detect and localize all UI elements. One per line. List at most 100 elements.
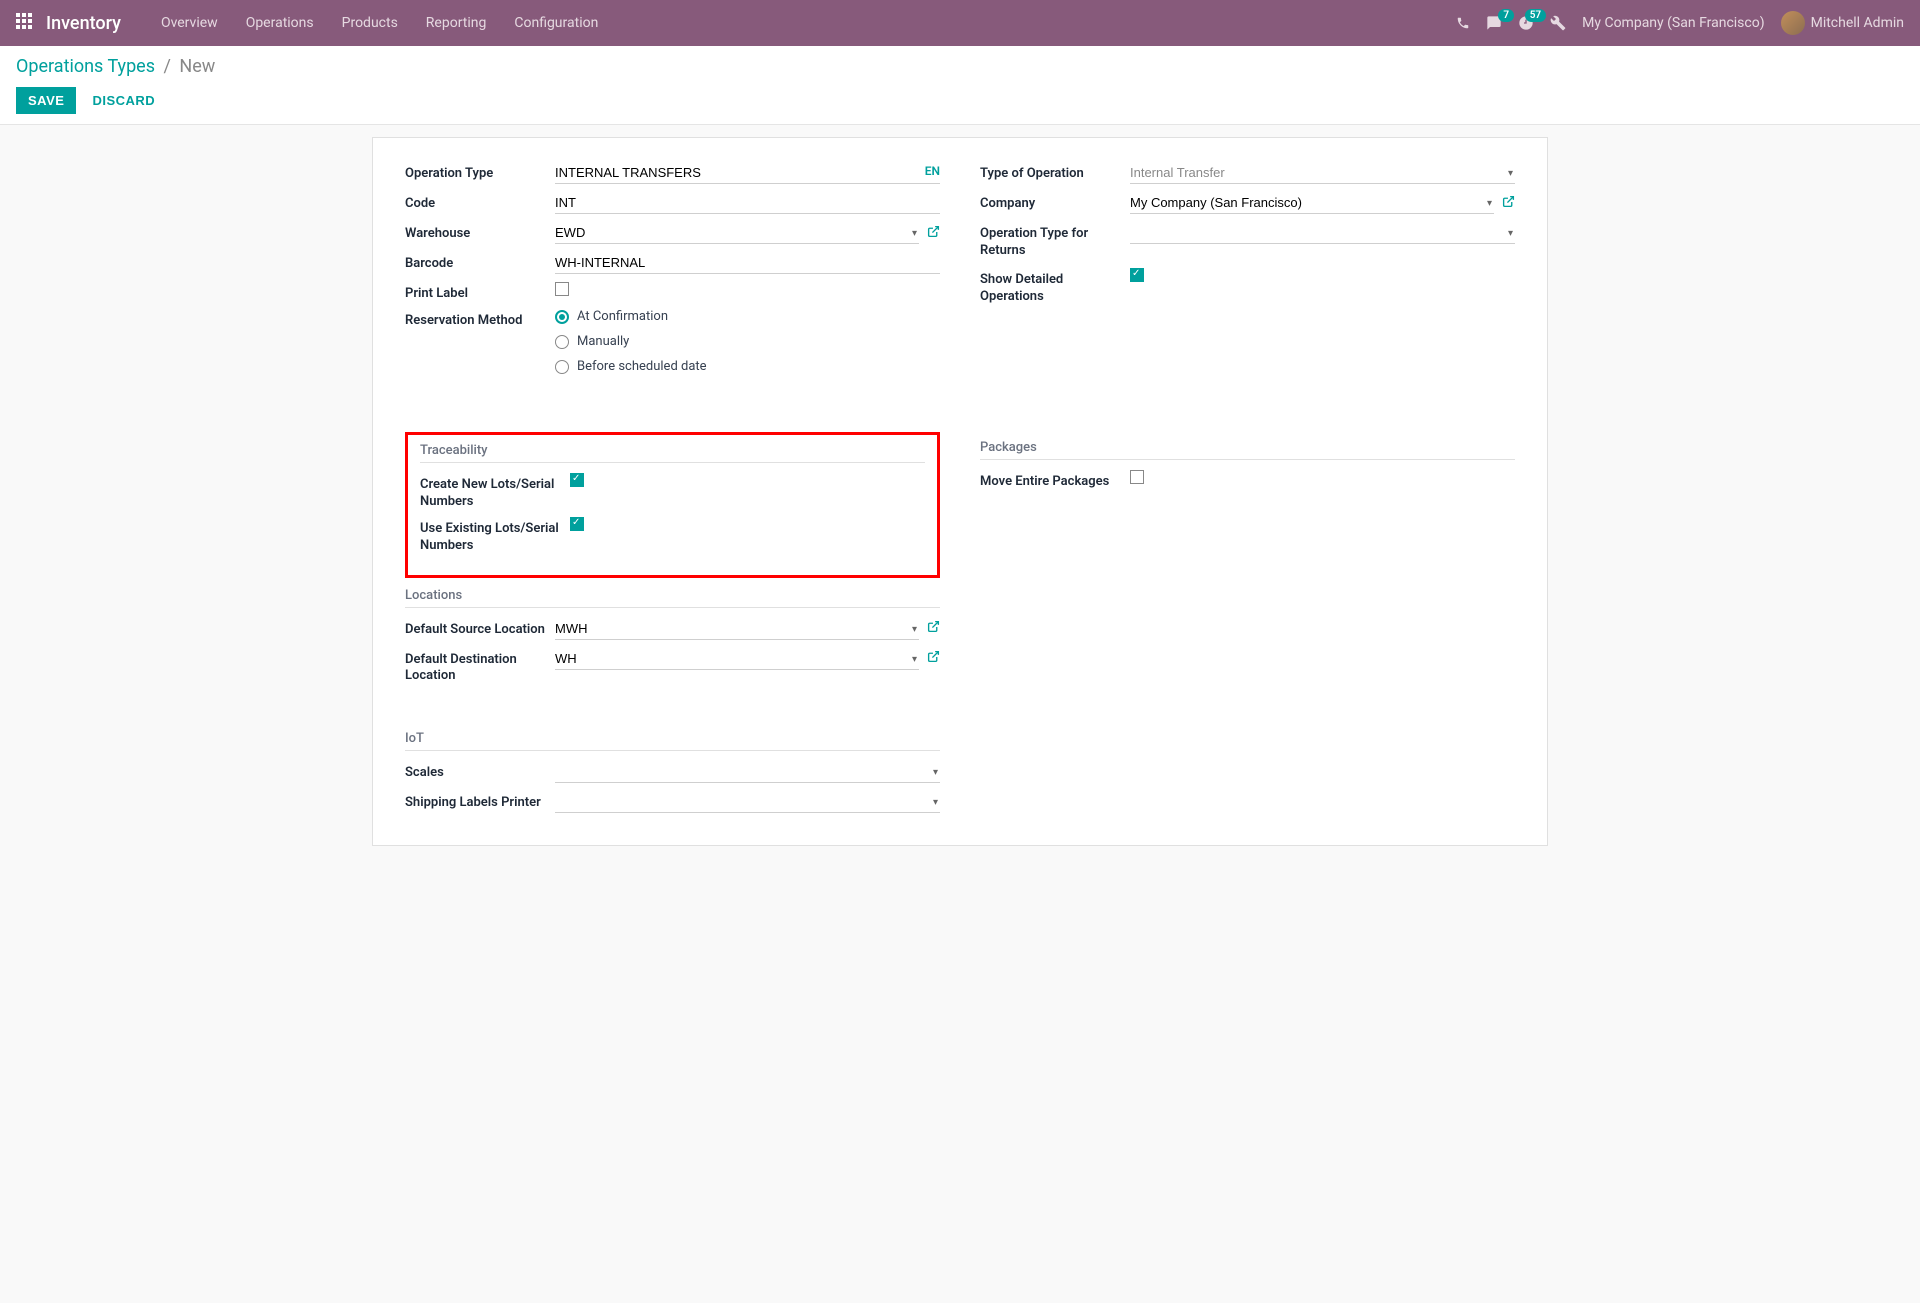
company-switcher[interactable]: My Company (San Francisco) xyxy=(1582,15,1764,31)
external-link-icon[interactable] xyxy=(927,650,940,667)
label-default-dest: Default Destination Location xyxy=(405,648,555,686)
radio-label: Manually xyxy=(577,334,629,349)
row-code: Code xyxy=(405,192,940,214)
select-company[interactable] xyxy=(1130,192,1494,214)
checkbox-print-label[interactable] xyxy=(555,282,569,296)
row-show-detailed: Show Detailed Operations xyxy=(980,268,1515,306)
row-op-type-returns: Operation Type for Returns ▾ xyxy=(980,222,1515,260)
label-reservation-method: Reservation Method xyxy=(405,309,555,328)
left-col: Operation Type EN Code Warehouse xyxy=(405,162,940,392)
checkbox-show-detailed[interactable] xyxy=(1130,268,1144,282)
external-link-icon[interactable] xyxy=(927,225,940,242)
external-link-icon[interactable] xyxy=(1502,195,1515,212)
phone-icon[interactable] xyxy=(1456,16,1470,30)
label-print-label: Print Label xyxy=(405,282,555,301)
messages-badge: 7 xyxy=(1498,9,1514,22)
radio-before-scheduled[interactable]: Before scheduled date xyxy=(555,359,940,374)
radio-icon xyxy=(555,360,569,374)
select-default-source[interactable] xyxy=(555,618,919,640)
section-packages: Packages xyxy=(980,440,1515,460)
right-col: Type of Operation ▾ Company ▾ xyxy=(980,162,1515,392)
left-col-2: Traceability Create New Lots/Serial Numb… xyxy=(405,432,940,821)
row-scales: Scales ▾ xyxy=(405,761,940,783)
input-warehouse[interactable] xyxy=(555,222,919,244)
activities-icon[interactable]: 57 xyxy=(1518,15,1534,31)
label-op-type-returns: Operation Type for Returns xyxy=(980,222,1130,260)
action-buttons: SAVE DISCARD xyxy=(16,87,1904,114)
apps-icon[interactable] xyxy=(16,13,32,33)
nav-reporting[interactable]: Reporting xyxy=(414,9,499,37)
external-link-icon[interactable] xyxy=(927,620,940,637)
row-print-label: Print Label xyxy=(405,282,940,301)
save-button[interactable]: SAVE xyxy=(16,87,76,114)
bottom-columns: Traceability Create New Lots/Serial Numb… xyxy=(405,432,1515,821)
radio-label: At Confirmation xyxy=(577,309,668,324)
tools-icon[interactable] xyxy=(1550,15,1566,31)
select-scales[interactable] xyxy=(555,761,940,783)
checkbox-move-entire[interactable] xyxy=(1130,470,1144,484)
activities-badge: 57 xyxy=(1525,9,1546,22)
breadcrumb-sep: / xyxy=(164,56,171,77)
section-traceability: Traceability xyxy=(420,443,925,463)
radio-label: Before scheduled date xyxy=(577,359,707,374)
checkbox-use-existing-lots[interactable] xyxy=(570,517,584,531)
select-default-dest[interactable] xyxy=(555,648,919,670)
top-nav: Inventory Overview Operations Products R… xyxy=(0,0,1920,46)
row-shipping-printer: Shipping Labels Printer ▾ xyxy=(405,791,940,813)
input-code[interactable] xyxy=(555,192,940,214)
row-operation-type: Operation Type EN xyxy=(405,162,940,184)
input-operation-type[interactable] xyxy=(555,162,940,184)
app-brand[interactable]: Inventory xyxy=(46,13,121,34)
section-iot: IoT xyxy=(405,731,940,751)
nav-overview[interactable]: Overview xyxy=(149,9,230,37)
row-warehouse: Warehouse ▾ xyxy=(405,222,940,244)
right-col-2: Packages Move Entire Packages xyxy=(980,432,1515,821)
radio-at-confirmation[interactable]: At Confirmation xyxy=(555,309,940,324)
radio-icon xyxy=(555,335,569,349)
form-sheet: Operation Type EN Code Warehouse xyxy=(372,137,1548,846)
row-company: Company ▾ xyxy=(980,192,1515,214)
row-use-existing-lots: Use Existing Lots/Serial Numbers xyxy=(420,517,925,555)
label-company: Company xyxy=(980,192,1130,211)
label-move-entire: Move Entire Packages xyxy=(980,470,1130,489)
label-create-new-lots: Create New Lots/Serial Numbers xyxy=(420,473,570,511)
row-move-entire: Move Entire Packages xyxy=(980,470,1515,489)
messages-icon[interactable]: 7 xyxy=(1486,15,1502,31)
row-default-source: Default Source Location ▾ xyxy=(405,618,940,640)
action-area: Operations Types / New SAVE DISCARD xyxy=(0,46,1920,125)
top-columns: Operation Type EN Code Warehouse xyxy=(405,162,1515,392)
select-op-type-returns[interactable] xyxy=(1130,222,1515,244)
row-default-dest: Default Destination Location ▾ xyxy=(405,648,940,686)
row-create-new-lots: Create New Lots/Serial Numbers xyxy=(420,473,925,511)
section-locations: Locations xyxy=(405,588,940,608)
nav-configuration[interactable]: Configuration xyxy=(502,9,610,37)
breadcrumb-current: New xyxy=(179,56,215,77)
nav-products[interactable]: Products xyxy=(330,9,410,37)
row-type-of-operation: Type of Operation ▾ xyxy=(980,162,1515,184)
user-name: Mitchell Admin xyxy=(1811,15,1904,31)
discard-button[interactable]: DISCARD xyxy=(88,87,159,114)
nav-right: 7 57 My Company (San Francisco) Mitchell… xyxy=(1456,11,1904,35)
label-default-source: Default Source Location xyxy=(405,618,555,639)
radio-icon xyxy=(555,310,569,324)
radio-manually[interactable]: Manually xyxy=(555,334,940,349)
label-shipping-printer: Shipping Labels Printer xyxy=(405,791,555,812)
select-shipping-printer[interactable] xyxy=(555,791,940,813)
traceability-highlight: Traceability Create New Lots/Serial Numb… xyxy=(405,432,940,578)
checkbox-create-new-lots[interactable] xyxy=(570,473,584,487)
label-scales: Scales xyxy=(405,761,555,780)
avatar xyxy=(1781,11,1805,35)
main-wrap: Operation Type EN Code Warehouse xyxy=(0,125,1920,886)
nav-links: Overview Operations Products Reporting C… xyxy=(149,9,610,37)
user-menu[interactable]: Mitchell Admin xyxy=(1781,11,1904,35)
nav-operations[interactable]: Operations xyxy=(234,9,326,37)
label-code: Code xyxy=(405,192,555,211)
label-barcode: Barcode xyxy=(405,252,555,271)
row-reservation-method: Reservation Method At Confirmation Manua… xyxy=(405,309,940,384)
lang-tag[interactable]: EN xyxy=(925,164,940,178)
breadcrumb-parent[interactable]: Operations Types xyxy=(16,56,155,77)
label-warehouse: Warehouse xyxy=(405,222,555,241)
select-type-of-operation[interactable] xyxy=(1130,162,1515,184)
input-barcode[interactable] xyxy=(555,252,940,274)
label-type-of-operation: Type of Operation xyxy=(980,162,1130,181)
